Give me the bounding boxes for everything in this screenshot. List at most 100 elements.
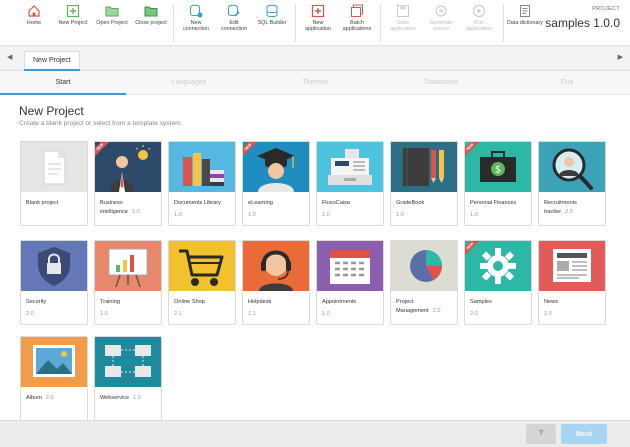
template-card-documents-library[interactable]: Documents Library 1.0 — [168, 141, 236, 226]
new-application-button[interactable]: New application — [300, 4, 336, 44]
blank-document-icon — [21, 142, 87, 192]
batch-applications-button[interactable]: Batch applications — [339, 4, 375, 44]
template-card-elearning[interactable]: NEW eLearning 1.0 — [242, 141, 310, 226]
home-icon — [28, 5, 40, 17]
template-thumbnail — [317, 241, 383, 291]
template-name: Personal Finances — [470, 200, 517, 206]
tab-new-project[interactable]: New Project — [24, 51, 80, 71]
template-name: Security — [26, 299, 47, 305]
presentation-board-icon — [95, 241, 161, 291]
template-name-text: Business intelligence — [100, 200, 128, 215]
step-databases[interactable]: Databases — [378, 71, 504, 95]
edit-connection-button[interactable]: Edit connection — [216, 4, 252, 44]
template-name: Documents Library — [174, 200, 221, 206]
template-card-helpdesk[interactable]: Helpdesk 2.1 — [242, 240, 310, 325]
template-card-album[interactable]: Album 2.0 — [20, 336, 88, 421]
home-label: Home — [26, 20, 42, 26]
generate-source-label: Generate source — [429, 20, 453, 32]
template-version: 1.0 — [174, 212, 182, 218]
batch-applications-icon — [351, 4, 363, 17]
template-name: GradeBook — [396, 200, 425, 206]
toolbar-separator — [173, 4, 174, 42]
database-add-icon — [190, 4, 203, 18]
home-button[interactable]: Home — [16, 4, 52, 44]
template-version: 1.0 — [132, 209, 140, 215]
next-button[interactable]: Next — [561, 424, 607, 444]
tab-scroll-right-icon[interactable]: ▶ — [618, 53, 623, 61]
close-project-label: Close project — [135, 20, 167, 26]
template-name-text: Project Management — [396, 299, 429, 314]
template-name: Recruitments tracker 2.0 — [544, 199, 604, 217]
template-card-news[interactable]: News 2.0 — [538, 240, 606, 325]
svg-text:$: $ — [495, 165, 501, 176]
template-card-gradebook[interactable]: GradeBook 1.0 — [390, 141, 458, 226]
open-folder-icon — [105, 6, 119, 17]
data-dictionary-label: Data dictionary — [507, 20, 543, 26]
template-thumbnail — [317, 142, 383, 192]
generate-source-icon — [435, 5, 447, 17]
template-name-text: Webservice — [100, 395, 130, 401]
template-thumbnail — [539, 241, 605, 291]
toolbar: Home New Project Open Project Close proj… — [0, 0, 630, 46]
run-application-button[interactable]: Run application — [461, 4, 497, 44]
template-card-training[interactable]: Training 1.0 — [94, 240, 162, 325]
template-version: 1.0 — [100, 311, 108, 317]
open-project-label: Open Project — [96, 20, 128, 26]
template-thumbnail — [95, 241, 161, 291]
template-card-personal-finances[interactable]: $ NEW Personal Finances 1.0 — [464, 141, 532, 226]
template-card-online-shop[interactable]: Online Shop 2.1 — [168, 240, 236, 325]
template-thumbnail — [243, 241, 309, 291]
data-dictionary-icon — [520, 5, 530, 17]
template-thumbnail: NEW — [243, 142, 309, 192]
template-name: Webservice 1.0 — [100, 394, 160, 403]
template-version: 2.0 — [544, 311, 552, 317]
tab-scroll-left-icon[interactable]: ◀ — [7, 53, 12, 61]
template-thumbnail — [169, 142, 235, 192]
save-application-button[interactable]: Save application — [385, 4, 421, 44]
help-button[interactable]: ? — [526, 424, 556, 444]
close-project-button[interactable]: Close project — [133, 4, 169, 44]
save-icon — [397, 5, 409, 17]
sql-builder-label: SQL Builder — [257, 20, 287, 26]
step-languages[interactable]: Languages — [126, 71, 252, 95]
data-dictionary-button[interactable]: Data dictionary — [507, 4, 543, 44]
template-thumbnail — [21, 337, 87, 387]
step-end[interactable]: End — [504, 71, 630, 95]
template-card-appointments[interactable]: Appointments 1.0 — [316, 240, 384, 325]
template-thumbnail: $ NEW — [465, 142, 531, 192]
template-card-security[interactable]: Security 2.0 — [20, 240, 88, 325]
generate-source-button[interactable]: Generate source — [423, 4, 459, 44]
template-card-project-management[interactable]: Project Management 2.0 — [390, 240, 458, 325]
template-thumbnail — [391, 241, 457, 291]
template-name-text: Album — [26, 395, 42, 401]
template-version: 2.1 — [248, 311, 256, 317]
headset-agent-icon — [243, 241, 309, 291]
new-connection-button[interactable]: New connection — [178, 4, 214, 44]
pie-chart-icon — [391, 241, 457, 291]
template-name: Business intelligence 1.0 — [100, 199, 160, 217]
template-card-business-intelligence[interactable]: NEW Business intelligence 1.0 — [94, 141, 162, 226]
new-project-button[interactable]: New Project — [55, 4, 91, 44]
database-edit-icon — [228, 4, 240, 17]
template-thumbnail — [21, 142, 87, 192]
toolbar-separator — [295, 4, 296, 42]
page-subtitle: Create a blank project or select from a … — [19, 120, 183, 127]
template-card-webservice[interactable]: Webservice 1.0 — [94, 336, 162, 421]
step-start[interactable]: Start — [0, 71, 126, 95]
template-card-samples[interactable]: NEW Samples 2.0 — [464, 240, 532, 325]
template-card-blank-project[interactable]: Blank project — [20, 141, 88, 226]
step-themes[interactable]: Themes — [252, 71, 378, 95]
template-name: Album 2.0 — [26, 394, 86, 403]
template-card-recruitments-tracker[interactable]: Recruitments tracker 2.0 — [538, 141, 606, 226]
project-name: samples 1.0.0 — [545, 16, 620, 30]
run-icon — [472, 4, 486, 18]
new-connection-label: New connection — [182, 20, 210, 32]
template-card-fluxocaixa[interactable]: FluxoCaixa 1.0 — [316, 141, 384, 226]
books-icon — [169, 142, 235, 192]
wizard-steps: Start Languages Themes Databases End — [0, 71, 630, 95]
open-project-button[interactable]: Open Project — [94, 4, 130, 44]
shopping-cart-icon — [169, 241, 235, 291]
sql-builder-button[interactable]: SQL Builder — [254, 4, 290, 44]
template-version: 2.0 — [565, 209, 573, 215]
template-thumbnail: NEW — [95, 142, 161, 192]
